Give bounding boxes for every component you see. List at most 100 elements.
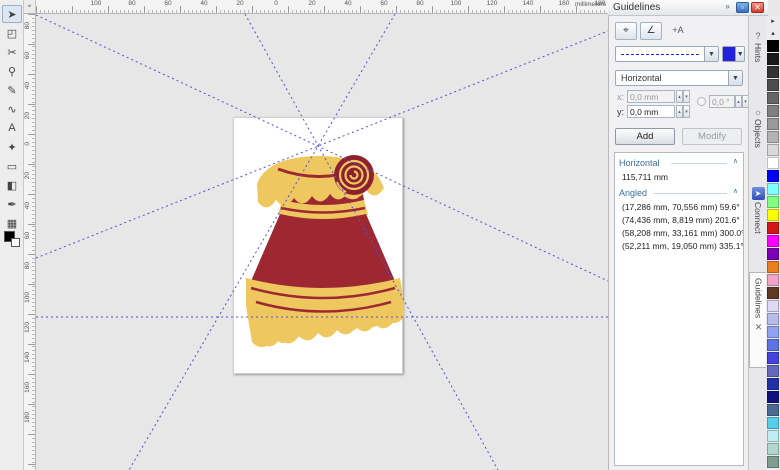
pick-tool[interactable]: ➤ (2, 5, 22, 23)
fill-tool[interactable]: ◧ (2, 176, 22, 194)
rectangle-tool[interactable]: ▭ (2, 157, 22, 175)
angle-dial-icon[interactable] (697, 97, 706, 106)
color-swatch[interactable] (767, 118, 779, 130)
palette-scroll-up-icon[interactable]: ▴ (766, 28, 780, 40)
color-swatch[interactable] (767, 92, 779, 104)
color-swatch[interactable] (767, 222, 779, 234)
color-swatch[interactable] (767, 157, 779, 169)
color-swatch[interactable] (767, 443, 779, 455)
guideline-angled-tool-button[interactable]: ∠ (640, 22, 662, 40)
chevron-down-icon[interactable]: ▼ (728, 71, 742, 85)
collapse-icon[interactable]: ∧ (733, 187, 738, 195)
color-swatch[interactable] (767, 196, 779, 208)
angled-section-header[interactable]: Angled ∧ (619, 188, 739, 198)
color-swatch[interactable] (767, 339, 779, 351)
close-icon[interactable]: ✕ (755, 322, 763, 333)
tab-hints[interactable]: ? Hints (749, 28, 767, 98)
color-swatch[interactable] (767, 248, 779, 260)
ruler-tick-label: 20 (308, 0, 316, 7)
text-tool[interactable]: A (2, 119, 22, 137)
freehand-tool[interactable]: ✎ (2, 81, 22, 99)
line-color-dropdown[interactable]: ▼ (722, 46, 745, 62)
guideline-list-item[interactable]: (74,436 mm, 8,819 mm) 201.6° (615, 213, 743, 226)
horizontal-section-header[interactable]: Horizontal ∧ (619, 158, 739, 168)
docker-title: Guidelines (613, 2, 661, 13)
outline-color-swatch[interactable] (11, 238, 20, 247)
color-swatch[interactable] (767, 456, 779, 468)
guideline-type-dropdown[interactable]: Horizontal ▼ (615, 70, 743, 86)
ruler-tick-label: 20 (236, 0, 244, 7)
color-swatch[interactable] (767, 391, 779, 403)
x-input[interactable]: 0,0 mm (627, 90, 675, 103)
color-swatch[interactable] (767, 209, 779, 221)
guideline-list-item[interactable]: 115,711 mm (615, 170, 743, 183)
color-swatch[interactable] (767, 235, 779, 247)
crop-tool[interactable]: ✂ (2, 43, 22, 61)
modify-button[interactable]: Modify (682, 128, 742, 145)
line-style-dropdown[interactable]: ▼ (615, 46, 719, 62)
ruler-tick-label: 100 (450, 0, 462, 7)
vertical-ruler[interactable]: 80 60 40 20 0 20 40 60 80 100 120 140 160 180 (24, 14, 36, 470)
artistic-media-tool[interactable]: ∿ (2, 100, 22, 118)
angle-spinner[interactable]: ▴ ▾ (735, 95, 749, 108)
color-swatch[interactable] (767, 183, 779, 195)
color-swatch[interactable] (767, 79, 779, 91)
x-label: x: (617, 92, 625, 102)
color-swatch[interactable] (767, 326, 779, 338)
ruler-tick-label: 180 (24, 412, 31, 423)
color-swatch[interactable] (767, 352, 779, 364)
add-button[interactable]: Add (615, 128, 675, 145)
guidelines-list: Horizontal ∧ 115,711 mm Angled ∧ (17,286… (614, 152, 744, 466)
docker-float-button[interactable]: ▫ (736, 2, 749, 13)
color-swatch[interactable] (767, 131, 779, 143)
y-spinner[interactable]: ▴ ▾ (676, 105, 690, 118)
table-tool[interactable]: ▦ (2, 214, 22, 232)
tab-guidelines[interactable]: Guidelines ✕ (749, 272, 767, 368)
color-swatch[interactable] (767, 40, 779, 52)
color-swatch[interactable] (767, 105, 779, 117)
docker-chevron-icon[interactable]: » (721, 2, 734, 13)
color-swatch[interactable] (767, 313, 779, 325)
guideline-list-item[interactable]: (17,286 mm, 70,556 mm) 59.6° (615, 200, 743, 213)
color-swatch[interactable] (767, 274, 779, 286)
chevron-down-icon[interactable]: ▼ (704, 47, 718, 61)
zoom-tool[interactable]: ⚲ (2, 62, 22, 80)
palette-flyout-arrow[interactable]: ▸ (766, 16, 780, 28)
color-swatch[interactable] (767, 144, 779, 156)
color-swatch[interactable] (767, 287, 779, 299)
dress-illustration[interactable] (234, 118, 406, 375)
ruler-tick-label: 40 (24, 82, 31, 90)
drawing-canvas[interactable] (36, 14, 608, 470)
tab-connect[interactable]: ➤ Connect (749, 184, 767, 266)
horizontal-ruler[interactable]: millimeters 100 80 60 40 20 0 20 40 60 80 100 120 14… (36, 0, 608, 14)
color-swatch[interactable] (767, 365, 779, 377)
ruler-origin-corner[interactable]: ⌖ (24, 0, 36, 14)
docker-close-button[interactable]: ✕ (751, 2, 764, 13)
guideline-select-tool-button[interactable]: ⌖ (615, 22, 637, 40)
color-swatch[interactable] (767, 300, 779, 312)
guideline-list-item[interactable]: (52,211 mm, 19,050 mm) 335.1° (615, 239, 743, 252)
color-swatch[interactable] (767, 378, 779, 390)
guideline-list-item[interactable]: (58,208 mm, 33,161 mm) 300.0° (615, 226, 743, 239)
outline-pen-tool[interactable]: ✒ (2, 195, 22, 213)
y-label: y: (617, 107, 625, 117)
y-input[interactable]: 0,0 mm (627, 105, 675, 118)
color-swatch[interactable] (767, 430, 779, 442)
ruler-tick-label: 60 (380, 0, 388, 7)
eyedropper-tool[interactable]: ✦ (2, 138, 22, 156)
color-swatch[interactable] (767, 261, 779, 273)
fill-outline-color-indicator[interactable] (4, 231, 20, 247)
chevron-down-icon[interactable]: ▼ (735, 47, 744, 61)
collapse-icon[interactable]: ∧ (733, 157, 738, 165)
shape-tool[interactable]: ◰ (2, 24, 22, 42)
x-spinner[interactable]: ▴ ▾ (676, 90, 690, 103)
color-swatch[interactable] (767, 170, 779, 182)
color-swatch[interactable] (767, 66, 779, 78)
color-swatch[interactable] (767, 404, 779, 416)
tab-objects[interactable]: ☼ Objects (749, 104, 767, 180)
angle-input[interactable]: 0,0 ° (709, 95, 735, 108)
ruler-tick-label: 160 (558, 0, 570, 7)
color-swatch[interactable] (767, 53, 779, 65)
add-preset-button[interactable]: +A (667, 22, 689, 40)
color-swatch[interactable] (767, 417, 779, 429)
